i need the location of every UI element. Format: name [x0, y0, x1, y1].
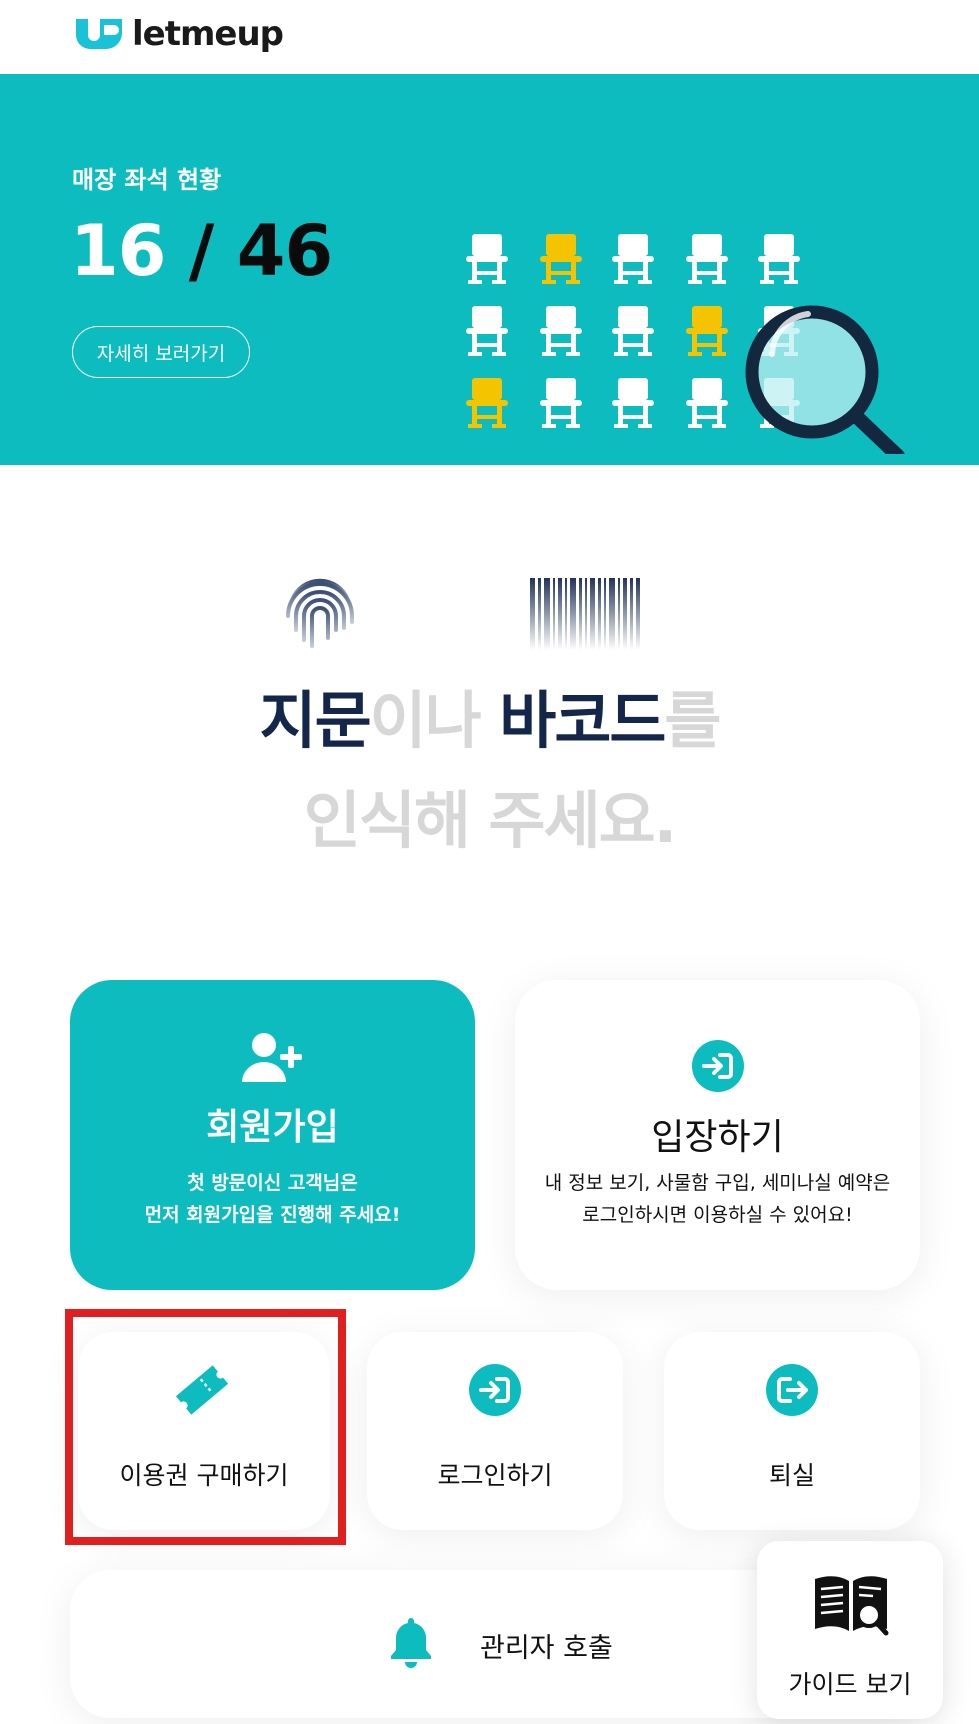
guide-button[interactable]: 가이드 보기: [757, 1541, 943, 1719]
seat-magnifier-illustration: [466, 234, 905, 454]
recognition-prompt-line2: 인식해 주세요.: [303, 784, 677, 857]
seat-status-label: 매장 좌석 현황: [72, 166, 222, 194]
view-details-button[interactable]: 자세히 보러가기: [72, 326, 250, 378]
prompt-fingerprint-word: 지문: [259, 684, 372, 757]
enter-description-line2: 로그인하시면 이용하실 수 있어요!: [582, 1204, 853, 1226]
login-label: 로그인하기: [437, 1461, 553, 1490]
prompt-particle: 를: [664, 684, 721, 757]
enter-description-line1: 내 정보 보기, 사물함 구입, 세미나실 예약은: [544, 1172, 891, 1194]
signup-description-line2: 먼저 회원가입을 진행해 주세요!: [144, 1204, 401, 1226]
header: letmeup: [0, 0, 979, 74]
signup-title: 회원가입: [206, 1107, 339, 1148]
seats-used: 16: [70, 210, 166, 292]
call-admin-label: 관리자 호출: [480, 1633, 613, 1664]
recognition-prompt-line1: 지문이나 바코드를: [0, 670, 979, 760]
book-search-icon: [815, 1576, 889, 1636]
checkout-button[interactable]: 퇴실: [664, 1332, 920, 1530]
seat-count-separator: /: [188, 210, 215, 292]
guide-label: 가이드 보기: [788, 1670, 912, 1699]
checkout-label: 퇴실: [768, 1461, 815, 1490]
seat-count: 16 / 46: [70, 210, 333, 292]
prompt-connector: 이나: [369, 684, 500, 757]
user-plus-icon: [242, 1033, 302, 1082]
signup-card[interactable]: 회원가입 첫 방문이신 고객님은 먼저 회원가입을 진행해 주세요!: [70, 980, 475, 1290]
letmeup-logo-icon: [76, 19, 122, 49]
enter-card[interactable]: 입장하기 내 정보 보기, 사물함 구입, 세미나실 예약은 로그인하시면 이용…: [515, 980, 920, 1290]
sign-in-icon: [692, 1040, 744, 1092]
fingerprint-icon: [286, 578, 354, 648]
signup-description-line1: 첫 방문이신 고객님은: [187, 1172, 358, 1194]
bell-icon: [391, 1618, 431, 1668]
seat-status-banner: 매장 좌석 현황 16 / 46 자세히 보러가기: [0, 74, 979, 465]
login-button[interactable]: 로그인하기: [367, 1332, 623, 1530]
logo-text: letmeup: [132, 14, 284, 54]
seats-total: 46: [236, 210, 333, 292]
logo: letmeup: [74, 14, 284, 54]
selection-highlight: [65, 1309, 346, 1545]
barcode-icon: [530, 578, 640, 650]
sign-out-icon: [766, 1364, 818, 1416]
prompt-barcode-word: 바코드: [499, 684, 666, 757]
sign-in-icon: [469, 1364, 521, 1416]
enter-title: 입장하기: [651, 1117, 784, 1158]
